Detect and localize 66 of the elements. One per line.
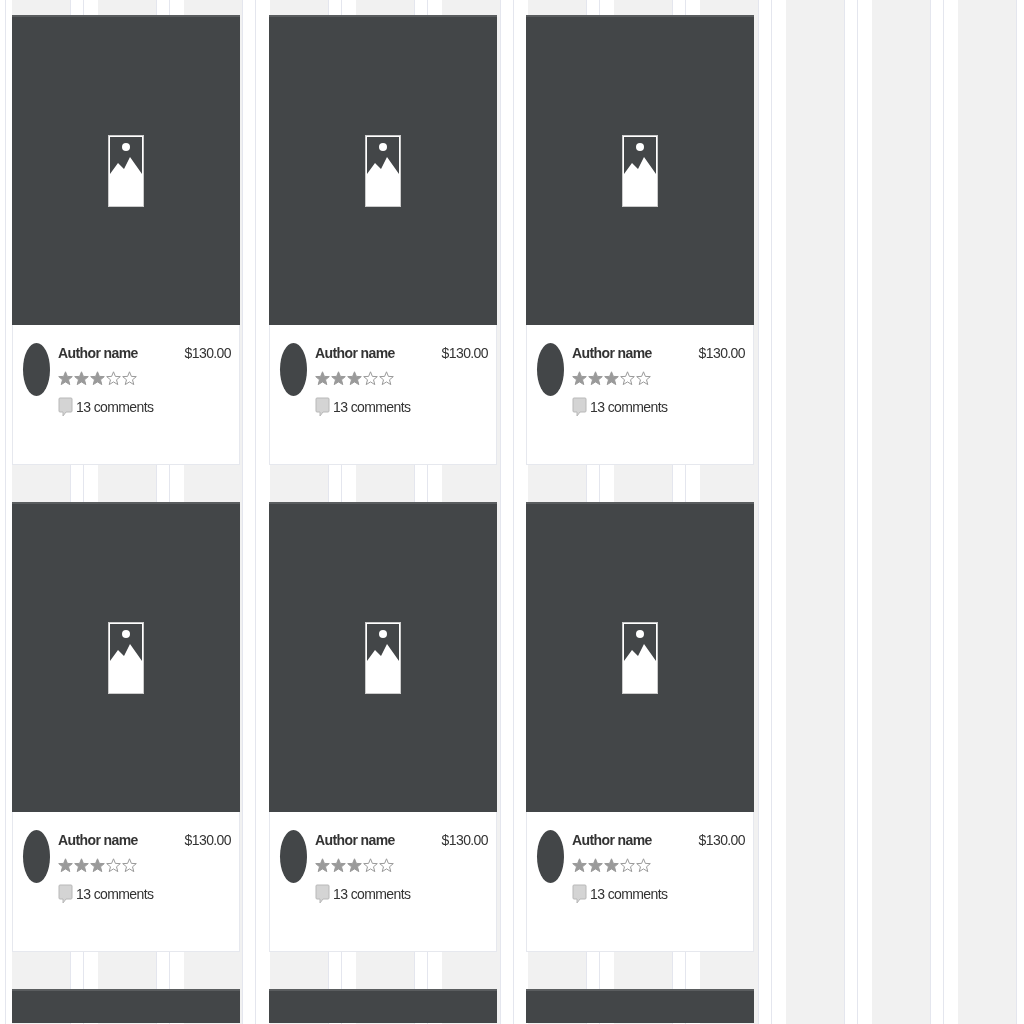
author-name: Author name (58, 345, 138, 361)
star-icon (620, 858, 635, 873)
image-icon (108, 622, 144, 694)
image-icon (108, 135, 144, 207)
comment-count: 13 comments (333, 399, 411, 415)
star-icon (122, 858, 137, 873)
star-icon (74, 371, 89, 386)
price: $130.00 (698, 832, 745, 848)
comment-count: 13 comments (333, 886, 411, 902)
star-icon (347, 858, 362, 873)
price: $130.00 (184, 345, 231, 361)
price: $130.00 (441, 832, 488, 848)
star-icon (58, 858, 73, 873)
price: $130.00 (441, 345, 488, 361)
comment-icon (315, 884, 330, 904)
star-icon (106, 371, 121, 386)
avatar (23, 343, 50, 396)
star-icon (572, 371, 587, 386)
avatar (280, 830, 307, 883)
comment-icon (572, 397, 587, 417)
star-icon (620, 371, 635, 386)
comment-icon (572, 884, 587, 904)
comment-icon (58, 397, 73, 417)
author-name: Author name (572, 345, 652, 361)
star-icon (74, 858, 89, 873)
star-icon (58, 371, 73, 386)
star-icon (379, 858, 394, 873)
avatar (23, 830, 50, 883)
star-icon (90, 858, 105, 873)
star-icon (331, 371, 346, 386)
comment-icon (315, 397, 330, 417)
star-icon (588, 858, 603, 873)
star-icon (363, 858, 378, 873)
avatar (537, 343, 564, 396)
star-icon (572, 858, 587, 873)
comment-count: 13 comments (590, 399, 668, 415)
comment-count: 13 comments (76, 886, 154, 902)
star-icon (347, 371, 362, 386)
avatar (280, 343, 307, 396)
star-icon (315, 858, 330, 873)
image-icon (622, 622, 658, 694)
star-icon (90, 371, 105, 386)
star-icon (588, 371, 603, 386)
price: $130.00 (698, 345, 745, 361)
star-icon (636, 371, 651, 386)
image-icon (365, 135, 401, 207)
star-icon (315, 371, 330, 386)
star-icon (106, 858, 121, 873)
author-name: Author name (315, 832, 395, 848)
star-icon (636, 858, 651, 873)
star-icon (604, 858, 619, 873)
star-icon (331, 858, 346, 873)
avatar (537, 830, 564, 883)
image-icon (622, 135, 658, 207)
star-icon (363, 371, 378, 386)
comment-icon (58, 884, 73, 904)
author-name: Author name (572, 832, 652, 848)
comment-count: 13 comments (590, 886, 668, 902)
comment-count: 13 comments (76, 399, 154, 415)
image-icon (365, 622, 401, 694)
star-icon (122, 371, 137, 386)
author-name: Author name (315, 345, 395, 361)
star-icon (379, 371, 394, 386)
star-icon (604, 371, 619, 386)
price: $130.00 (184, 832, 231, 848)
author-name: Author name (58, 832, 138, 848)
